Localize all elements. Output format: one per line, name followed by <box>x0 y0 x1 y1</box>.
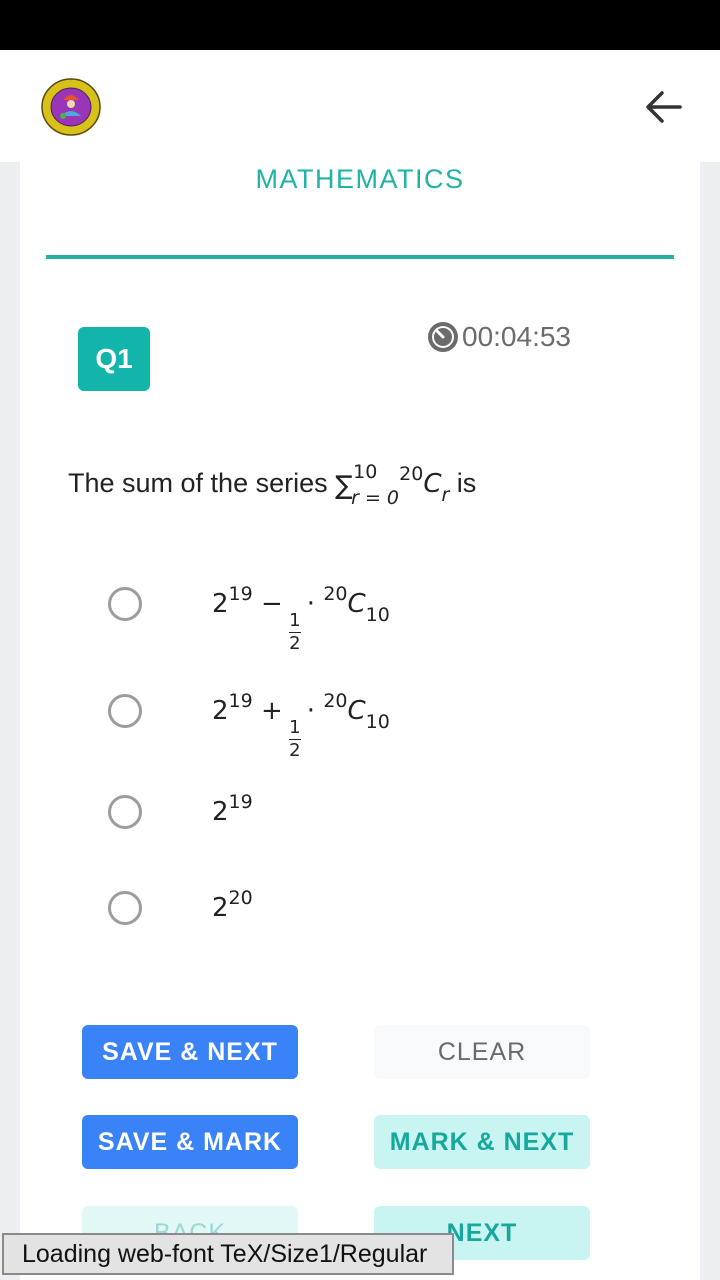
c-base: C <box>347 589 366 619</box>
subject-divider <box>46 255 674 259</box>
timer-value: 00:04:53 <box>462 321 571 352</box>
c-sub: 10 <box>365 604 390 626</box>
c-sub: 10 <box>365 711 390 733</box>
clear-button[interactable]: CLEAR <box>374 1025 590 1079</box>
institution-logo <box>41 78 101 136</box>
numerator: 1 <box>289 717 301 738</box>
fraction: 12 <box>288 610 301 654</box>
option-text: 219 +1 2 · 20C10 <box>212 690 390 761</box>
option-text: 219 <box>212 791 253 827</box>
combination-term: 20Cr <box>399 463 449 506</box>
exponent: 20 <box>228 887 253 909</box>
operator: + <box>261 696 283 726</box>
stopwatch-icon <box>428 322 458 352</box>
radio-button[interactable] <box>108 587 142 621</box>
sum-symbol: ∑ <box>335 471 353 501</box>
question-text: The sum of the series ∑ 10 r = 0 20Cr is <box>68 454 476 515</box>
timer: 00:04:53 <box>426 320 571 354</box>
exponent: 19 <box>228 791 253 813</box>
radio-button[interactable] <box>108 891 142 925</box>
radio-button[interactable] <box>108 795 142 829</box>
denominator: 2 <box>289 633 301 654</box>
save-mark-button[interactable]: SAVE & MARK <box>82 1115 298 1169</box>
numerator: 1 <box>289 610 301 631</box>
base: 2 <box>212 589 229 619</box>
operator: − <box>261 589 283 619</box>
option-text: 219 −1 2 · 20C10 <box>212 583 390 654</box>
c-sup: 20 <box>323 690 348 712</box>
question-suffix: is <box>449 468 477 498</box>
option-d[interactable]: 220 <box>108 881 668 941</box>
dot: · <box>306 589 316 619</box>
question-card: MATHEMATICS Q1 00:04:53 The sum of the s… <box>20 162 700 1280</box>
term-base: C <box>423 469 442 499</box>
option-c[interactable]: 219 <box>108 785 668 845</box>
exponent: 19 <box>228 690 253 712</box>
mark-next-button[interactable]: MARK & NEXT <box>374 1115 590 1169</box>
option-a[interactable]: 219 −1 2 · 20C10 <box>108 577 668 654</box>
fraction: 12 <box>288 717 301 761</box>
sum-lower-limit: r = 0 <box>351 487 400 509</box>
app-header <box>0 50 720 162</box>
base: 2 <box>212 797 229 827</box>
c-base: C <box>347 696 366 726</box>
exponent: 19 <box>228 583 253 605</box>
font-loading-toast: Loading web-font TeX/Size1/Regular <box>2 1233 454 1275</box>
dot: · <box>306 696 316 726</box>
radio-button[interactable] <box>108 694 142 728</box>
question-prefix: The sum of the series <box>68 468 336 498</box>
base: 2 <box>212 696 229 726</box>
option-text: 220 <box>212 887 253 923</box>
subject-title: MATHEMATICS <box>255 164 465 194</box>
question-number-badge: Q1 <box>78 327 150 391</box>
base: 2 <box>212 893 229 923</box>
term-sup: 20 <box>399 463 424 485</box>
denominator: 2 <box>289 740 301 761</box>
c-sup: 20 <box>323 583 348 605</box>
summation: ∑ 10 r = 0 <box>335 461 399 509</box>
save-next-button[interactable]: SAVE & NEXT <box>82 1025 298 1079</box>
option-b[interactable]: 219 +1 2 · 20C10 <box>108 684 668 761</box>
back-arrow-icon[interactable] <box>640 84 686 130</box>
status-bar <box>0 0 720 50</box>
